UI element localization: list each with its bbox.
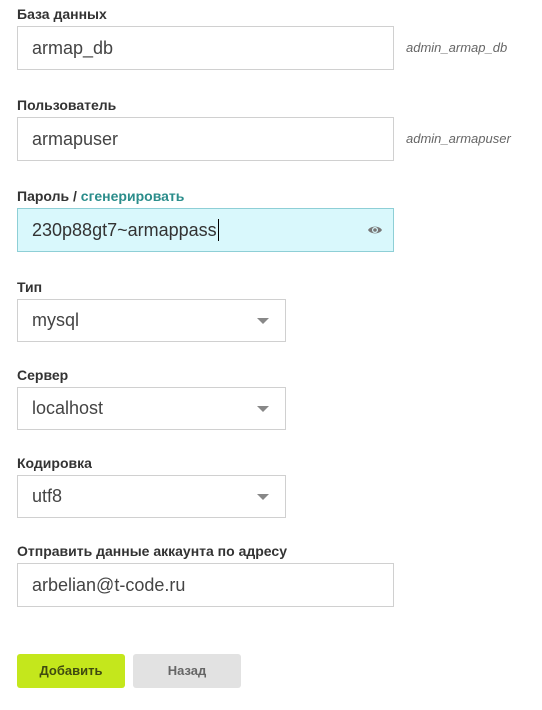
email-value: arbelian@t-code.ru: [32, 575, 186, 595]
dropdown-arrow-icon: [257, 494, 269, 500]
generate-password-link[interactable]: сгенерировать: [81, 188, 185, 204]
encoding-select[interactable]: utf8: [17, 475, 286, 518]
server-label: Сервер: [17, 367, 69, 383]
dropdown-arrow-icon: [257, 318, 269, 324]
password-value: 230p88gt7~armappass: [32, 220, 217, 240]
type-selected-value: mysql: [32, 310, 80, 330]
password-input[interactable]: 230p88gt7~armappass: [17, 208, 394, 252]
add-button[interactable]: Добавить: [17, 654, 125, 688]
email-label: Отправить данные аккаунта по адресу: [17, 543, 287, 559]
password-label: Пароль: [17, 188, 70, 204]
database-label: База данных: [17, 6, 107, 22]
server-select[interactable]: localhost: [17, 387, 286, 430]
email-input[interactable]: arbelian@t-code.ru: [17, 563, 394, 607]
user-full-name-hint: admin_armapuser: [406, 131, 511, 146]
database-name-value: armap_db: [32, 38, 114, 58]
user-label: Пользователь: [17, 97, 117, 113]
encoding-selected-value: utf8: [32, 486, 63, 506]
username-value: armapuser: [32, 129, 119, 149]
username-input[interactable]: armapuser: [17, 117, 394, 161]
database-name-input[interactable]: armap_db: [17, 26, 394, 70]
encoding-label: Кодировка: [17, 455, 92, 471]
type-select[interactable]: mysql: [17, 299, 286, 342]
dropdown-arrow-icon: [257, 406, 269, 412]
eye-icon[interactable]: [367, 223, 383, 237]
server-selected-value: localhost: [32, 398, 104, 418]
back-button[interactable]: Назад: [133, 654, 241, 688]
text-caret: [217, 218, 219, 241]
database-full-name-hint: admin_armap_db: [406, 40, 508, 55]
type-label: Тип: [17, 279, 43, 295]
password-label-row: Пароль / сгенерировать: [17, 187, 184, 205]
label-separator: /: [73, 188, 77, 204]
